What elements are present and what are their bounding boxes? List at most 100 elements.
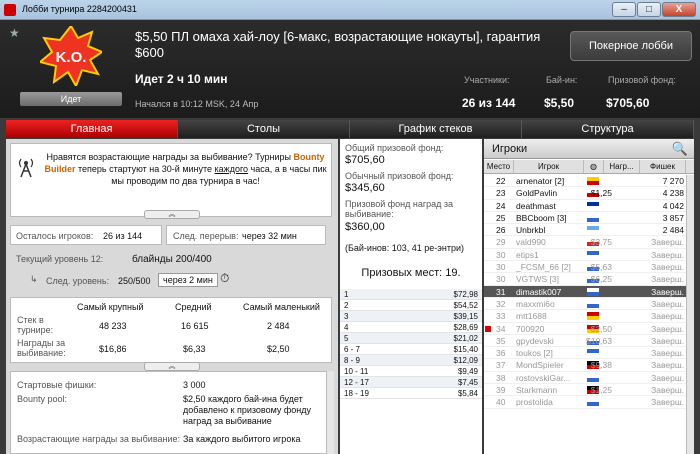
player-row[interactable]: 29 vald990 $3,75 Заверш. (484, 236, 694, 249)
player-place: 35 (496, 335, 506, 346)
payout-table: 1 $72,98 2 $54,52 3 $39,15 4 $28,69 5 $21,02 6 - 7… (340, 289, 482, 399)
player-name: mtt1688 (516, 311, 547, 322)
collapse-stats-button[interactable]: ︽ (144, 362, 200, 371)
player-name: rostovskiGar... (516, 372, 571, 383)
player-row[interactable]: 30 _FCSM_66 [2] $5,63 Заверш. (484, 261, 694, 274)
player-row[interactable]: 38 rostovskiGar... Заверш. (484, 372, 694, 385)
player-row[interactable]: 30 etips1 Заверш. (484, 249, 694, 262)
players-scrollbar[interactable] (686, 175, 694, 454)
player-row[interactable]: 37 MondSpieler $9,38 Заверш. (484, 359, 694, 372)
player-row[interactable]: 34 700920 $2,50 Заверш. (484, 323, 694, 335)
player-chips: Заверш. (651, 311, 684, 322)
next-level-timer: через 2 мин (158, 273, 218, 287)
payout-place: 6 - 7 (344, 345, 361, 354)
player-name: _FCSM_66 [2] (516, 262, 571, 273)
player-chips: Заверш. (651, 335, 684, 346)
close-button[interactable]: X (662, 2, 696, 17)
info-scrollbar[interactable] (326, 371, 334, 454)
maximize-button[interactable]: □ (637, 2, 661, 17)
payout-place: 12 - 17 (344, 378, 369, 387)
country-flag-icon (587, 287, 599, 296)
bounty-average-value: $6,33 (183, 344, 206, 354)
player-name: GoldPavlin (516, 188, 558, 199)
search-icon[interactable]: 🔍 (672, 141, 688, 157)
column-bounty[interactable]: Нагр... (604, 160, 640, 173)
info-value-bounty-pool: $2,50 каждого бай-ина будет добавлено к … (183, 394, 311, 426)
player-row[interactable]: 32 maxxmi6o Заверш. (484, 298, 694, 311)
payout-row: 18 - 19 $5,84 (340, 388, 482, 399)
stack-header-smallest: Самый маленький (243, 302, 320, 312)
player-place: 36 (496, 348, 506, 359)
level-box: Текущий уровень 12: блайнды 200/400 ↳ Сл… (10, 249, 332, 295)
main-info-panel: Нравятся возрастающие награды за выбиван… (6, 139, 338, 454)
poker-lobby-button[interactable]: Покерное лобби (570, 31, 692, 61)
player-row[interactable]: 40 prostolida Заверш. (484, 396, 694, 409)
player-name: toukos [2] (516, 348, 553, 359)
player-row[interactable]: 31 dimastik007 Заверш. (484, 285, 694, 298)
prize-panel: Общий призовой фонд: $705,60 Обычный при… (340, 139, 482, 454)
player-name: dimastik007 (516, 286, 562, 297)
payout-row: 6 - 7 $15,40 (340, 344, 482, 355)
minimize-button[interactable]: – (612, 2, 636, 17)
player-name: arnenator [2] (516, 176, 565, 186)
info-value-progressive: За каждого выбитого игрока (183, 434, 301, 444)
column-player[interactable]: Игрок (514, 160, 584, 173)
buyin-value: $5,50 (544, 96, 575, 110)
player-place: 33 (496, 311, 506, 322)
tab-structure[interactable]: Структура (522, 120, 694, 138)
lobby-tabs: Главная Столы График стеков Структура (6, 120, 694, 138)
player-chips: Заверш. (651, 274, 684, 285)
tournament-header: ★ K.O. Идет $5,50 ПЛ омаха хай-лоу [6-ма… (0, 20, 700, 118)
country-flag-icon (587, 398, 599, 407)
players-header: Игроки 🔍 (484, 139, 694, 159)
player-row[interactable]: 30 VGTWS [3] $6,25 Заверш. (484, 273, 694, 286)
payout-place: 8 - 9 (344, 356, 361, 365)
bounty-smallest-value: $2,50 (267, 344, 290, 354)
tab-tables[interactable]: Столы (178, 120, 350, 138)
collapse-news-button[interactable]: ︽ (144, 210, 200, 219)
payout-amount: $15,40 (453, 345, 478, 354)
player-bounty: $1,25 (590, 188, 612, 199)
payout-amount: $5,84 (457, 389, 478, 398)
stack-average-value: 16 615 (181, 321, 209, 331)
column-place[interactable]: Место (484, 160, 514, 173)
player-row[interactable]: 23 GoldPavlin $1,25 4 238 (484, 187, 694, 200)
player-row[interactable]: 39 Starkmann $1,25 Заверш. (484, 384, 694, 397)
player-name: prostolida (516, 397, 553, 408)
player-row[interactable]: 33 mtt1688 Заверш. (484, 310, 694, 323)
next-level-value: 250/500 (118, 276, 151, 286)
player-row[interactable]: 35 gpydevski $10,63 Заверш. (484, 335, 694, 348)
tab-stack-chart[interactable]: График стеков (350, 120, 522, 138)
player-row[interactable]: 25 BBCboom [3] 3 857 (484, 212, 694, 225)
tab-main[interactable]: Главная (6, 120, 178, 138)
stack-largest-value: 48 233 (99, 321, 127, 331)
player-row[interactable]: 36 toukos [2] Заверш. (484, 347, 694, 360)
payout-place: 1 (344, 290, 349, 299)
player-row[interactable]: 22 arnenator [2] 7 270 (484, 175, 694, 188)
next-break-label: След. перерыв: (173, 231, 239, 241)
payout-amount: $72,98 (453, 290, 478, 299)
player-row[interactable]: 26 Unbrkbl 2 484 (484, 224, 694, 237)
payout-amount: $54,52 (453, 301, 478, 310)
column-country-globe-icon[interactable]: ◍ (584, 160, 604, 173)
news-text: Нравятся возрастающие награды за выбиван… (43, 151, 328, 187)
player-chips: 7 270 (662, 176, 684, 186)
prizepool-value: $705,60 (606, 96, 650, 110)
news-text-emphasis: каждого (214, 164, 249, 174)
favorite-star-icon[interactable]: ★ (9, 26, 20, 40)
player-row[interactable]: 24 deathmast 4 042 (484, 200, 694, 212)
news-text-1: Нравятся возрастающие награды за выбиван… (46, 152, 294, 162)
stopwatch-icon[interactable]: ⏱ (220, 271, 229, 286)
player-chips: Заверш. (651, 397, 684, 408)
bounty-largest-value: $16,86 (99, 344, 127, 354)
player-marker (485, 325, 491, 332)
title-bar: Лобби турнира 2284200431 – □ X (0, 0, 700, 20)
player-bounty: $9,38 (590, 360, 612, 371)
tournament-info-box: Стартовые фишки: 3 000 Bounty pool: $2,5… (10, 371, 332, 454)
player-name: Starkmann (516, 385, 558, 396)
player-name: Unbrkbl (516, 225, 546, 236)
bounty-prize-label: Призовой фонд наград за выбивание: (345, 199, 454, 219)
total-prize-label: Общий призовой фонд: (345, 143, 444, 153)
column-chips[interactable]: Фишек (640, 160, 686, 173)
country-flag-icon (587, 373, 599, 382)
